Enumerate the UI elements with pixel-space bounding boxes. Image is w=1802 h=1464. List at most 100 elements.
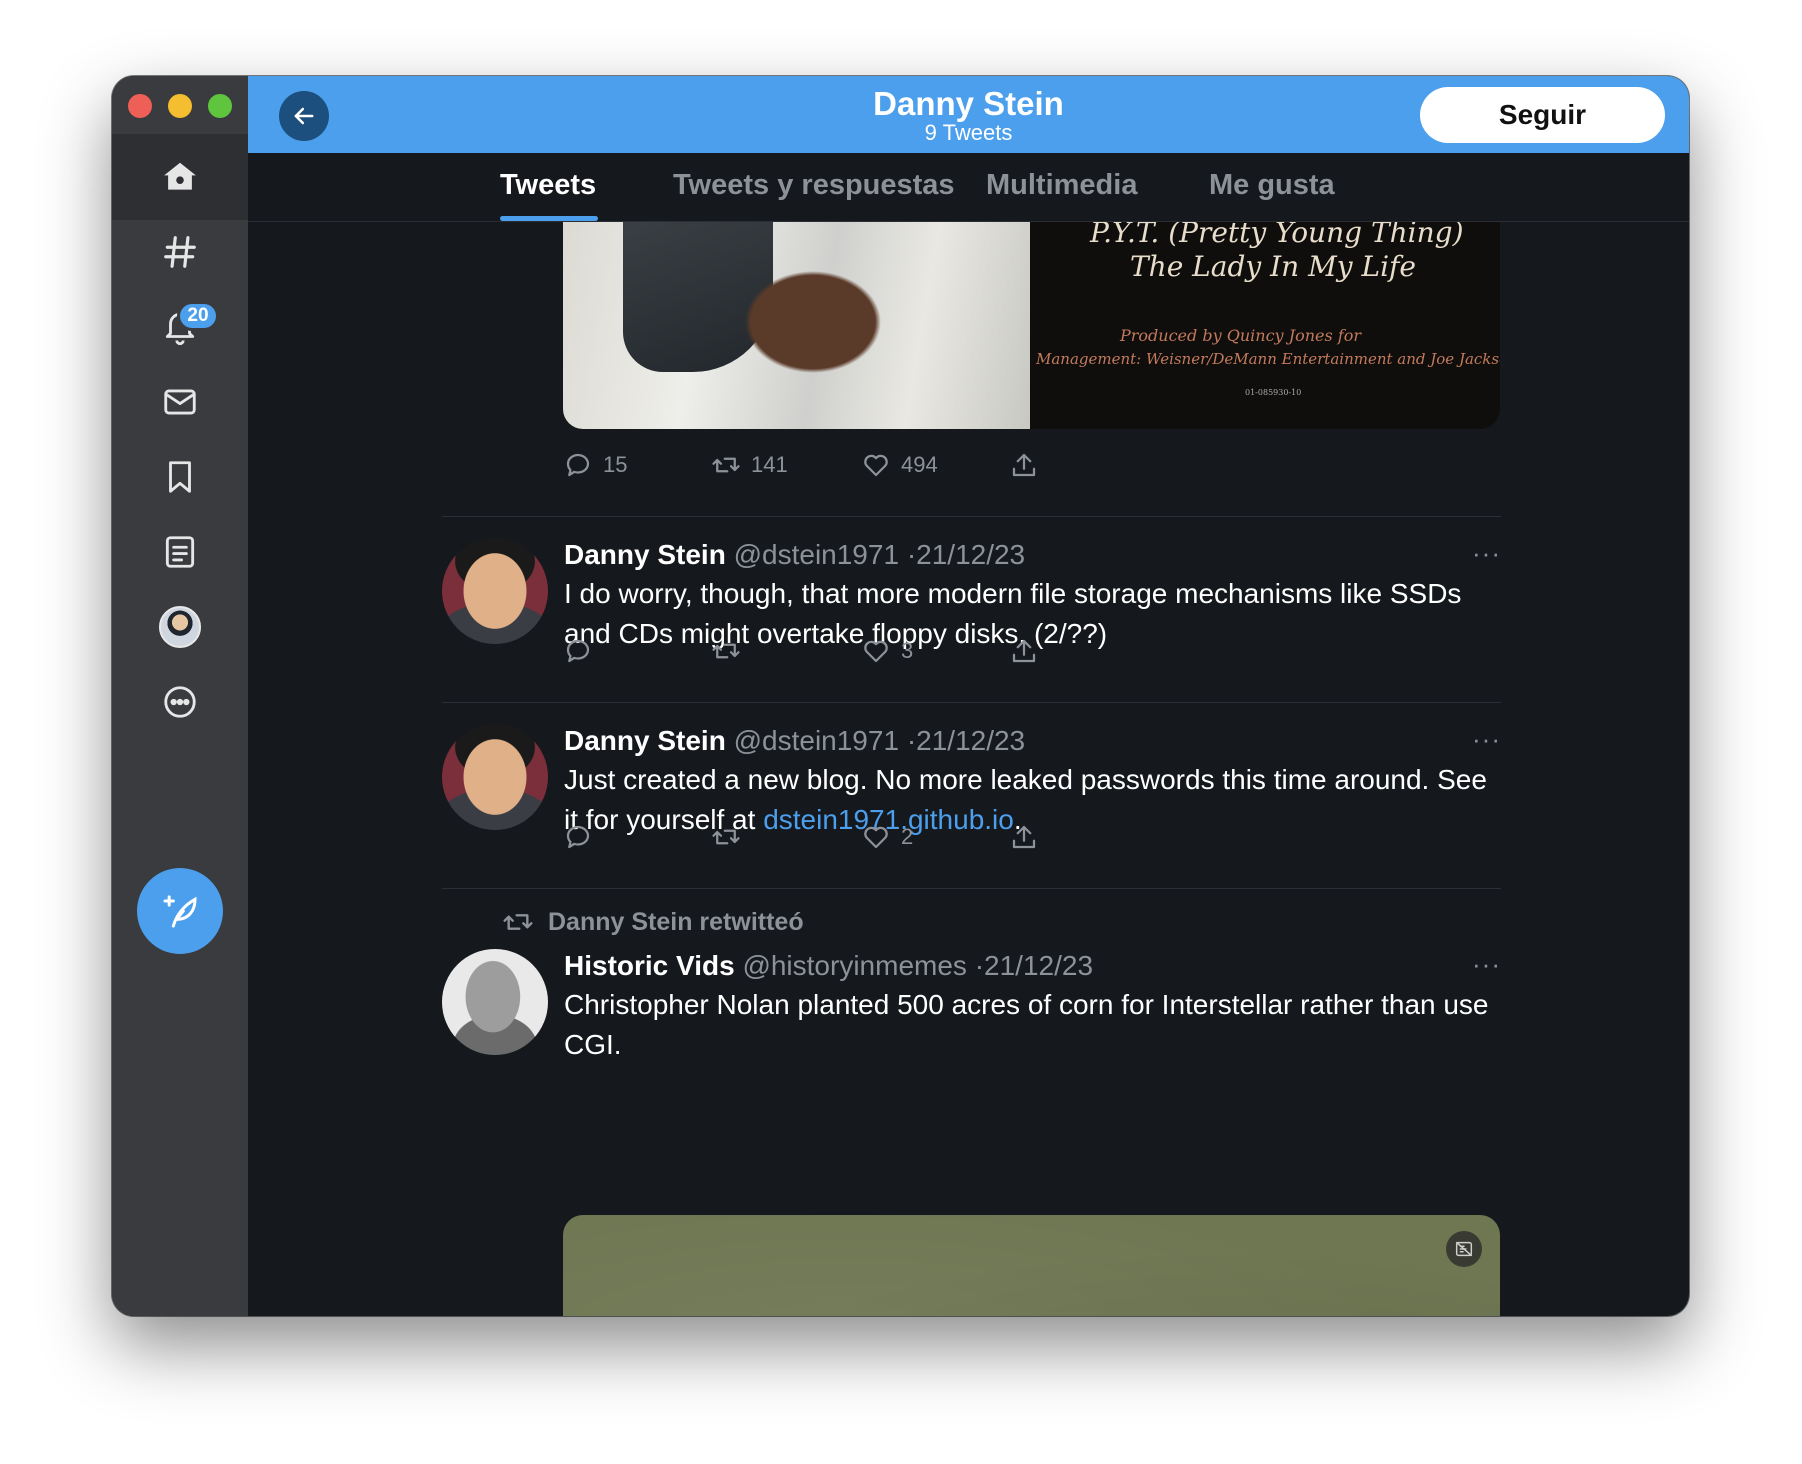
retweet-icon xyxy=(712,457,740,473)
sidebar-item-explore[interactable] xyxy=(112,209,248,295)
app-window: 20 Danny Stein 9 Tweets Seguir Tweets Tw… xyxy=(112,76,1689,1316)
reply-icon xyxy=(566,825,590,849)
timeline[interactable]: P.Y.T. (Pretty Young Thing) The Lady In … xyxy=(248,222,1689,1316)
retweet-icon xyxy=(712,643,740,659)
tweet-date[interactable]: 21/12/23 xyxy=(984,950,1093,981)
tweet-header: Historic Vids @historyinmemes ·21/12/23 xyxy=(564,949,1501,983)
sidebar-item-notifications[interactable]: 20 xyxy=(112,284,248,370)
like-button[interactable]: 2 xyxy=(861,817,913,857)
profile-header: Danny Stein 9 Tweets Seguir xyxy=(248,76,1689,153)
retweet-button[interactable]: 141 xyxy=(711,445,788,485)
sidebar-item-home[interactable] xyxy=(112,134,248,220)
album-text-line: The Lady In My Life xyxy=(1130,250,1416,283)
album-text-line: Management: Weisner/DeMann Entertainment… xyxy=(1036,350,1500,368)
share-button[interactable] xyxy=(1009,445,1039,485)
gif-toggle-button[interactable] xyxy=(1446,1231,1482,1267)
sidebar-item-messages[interactable] xyxy=(112,359,248,445)
album-text-line: 01-085930-10 xyxy=(1245,388,1302,397)
author-name[interactable]: Historic Vids xyxy=(564,950,735,981)
retweet-count: 141 xyxy=(751,452,788,477)
tweet-header: Danny Stein @dstein1971 ·21/12/23 xyxy=(564,724,1501,758)
author-avatar[interactable] xyxy=(442,724,548,830)
separator-dot: · xyxy=(906,539,917,570)
heart-icon xyxy=(864,826,888,849)
gif-icon xyxy=(1455,1241,1473,1257)
author-name[interactable]: Danny Stein xyxy=(564,725,726,756)
like-button[interactable]: 494 xyxy=(861,445,938,485)
reply-icon xyxy=(566,453,590,477)
active-tab-indicator xyxy=(500,216,598,221)
sidebar-item-bookmarks[interactable] xyxy=(112,434,248,520)
tweet-media-album[interactable]: P.Y.T. (Pretty Young Thing) The Lady In … xyxy=(563,222,1500,429)
tweet-divider xyxy=(442,516,1501,517)
follow-button[interactable]: Seguir xyxy=(1420,87,1665,143)
like-count: 3 xyxy=(901,638,914,663)
heart-icon xyxy=(864,640,888,663)
home-icon xyxy=(164,162,196,190)
sidebar-item-profile[interactable] xyxy=(112,584,248,670)
album-text-line: Produced by Quincy Jones for xyxy=(1120,326,1361,345)
share-button[interactable] xyxy=(1009,817,1039,857)
tweet-body: Historic Vids @historyinmemes ·21/12/23 … xyxy=(564,949,1501,1065)
tab-media[interactable]: Multimedia xyxy=(986,169,1137,202)
notifications-badge: 20 xyxy=(180,304,216,328)
separator-dot: · xyxy=(906,725,917,756)
tweet-divider xyxy=(442,888,1501,889)
retweet-button[interactable] xyxy=(711,631,751,671)
like-button[interactable]: 3 xyxy=(861,631,913,671)
share-icon xyxy=(1012,453,1036,477)
separator-dot: · xyxy=(974,950,985,981)
compose-tweet-button[interactable] xyxy=(137,868,223,954)
sidebar-item-lists[interactable] xyxy=(112,509,248,595)
tweet-date[interactable]: 21/12/23 xyxy=(916,539,1025,570)
tweet-more-button[interactable]: ··· xyxy=(1472,949,1501,980)
album-credits: P.Y.T. (Pretty Young Thing) The Lady In … xyxy=(1030,222,1500,429)
share-icon xyxy=(1012,825,1036,849)
retweet-context: Danny Stein retwitteó xyxy=(502,906,804,938)
tweet-date[interactable]: 21/12/23 xyxy=(916,725,1025,756)
retweet-icon xyxy=(712,829,740,845)
author-avatar[interactable] xyxy=(442,949,548,1055)
minimize-window-button[interactable] xyxy=(168,94,192,118)
tweet-text: Christopher Nolan planted 500 acres of c… xyxy=(564,989,1489,1060)
hashtag-icon xyxy=(164,236,196,268)
author-handle[interactable]: @historyinmemes xyxy=(742,950,966,981)
tab-tweets[interactable]: Tweets xyxy=(500,169,596,202)
reply-button[interactable] xyxy=(563,631,603,671)
tab-tweets-and-replies[interactable]: Tweets y respuestas xyxy=(673,169,955,202)
tab-likes[interactable]: Me gusta xyxy=(1209,169,1335,202)
sidebar: 20 xyxy=(112,76,248,1316)
retweeted-by[interactable]: Danny Stein retwitteó xyxy=(548,908,804,937)
author-name[interactable]: Danny Stein xyxy=(564,539,726,570)
like-count: 494 xyxy=(901,452,938,477)
share-icon xyxy=(1012,639,1036,663)
compose-icon xyxy=(163,895,197,928)
tweet-more-button[interactable]: ··· xyxy=(1472,724,1501,755)
profile-avatar xyxy=(159,606,201,648)
sidebar-item-more[interactable] xyxy=(112,659,248,745)
list-icon xyxy=(165,536,195,568)
profile-tabs: Tweets Tweets y respuestas Multimedia Me… xyxy=(248,153,1689,222)
zoom-window-button[interactable] xyxy=(208,94,232,118)
tweet-header: Danny Stein @dstein1971 ·21/12/23 xyxy=(564,538,1501,572)
share-button[interactable] xyxy=(1009,631,1039,671)
heart-icon xyxy=(864,454,888,477)
tweet-divider xyxy=(442,702,1501,703)
tweet-more-button[interactable]: ··· xyxy=(1472,538,1501,569)
author-avatar[interactable] xyxy=(442,538,548,644)
author-handle[interactable]: @dstein1971 xyxy=(734,725,899,756)
reply-count: 15 xyxy=(603,452,628,477)
close-window-button[interactable] xyxy=(128,94,152,118)
author-handle[interactable]: @dstein1971 xyxy=(734,539,899,570)
reply-button[interactable]: 15 xyxy=(563,445,627,485)
album-photo-detail xyxy=(733,262,893,382)
retweet-icon xyxy=(503,914,533,930)
album-text-line: P.Y.T. (Pretty Young Thing) xyxy=(1090,222,1464,249)
album-photo xyxy=(563,222,1030,429)
bookmark-icon xyxy=(169,461,191,493)
retweet-button[interactable] xyxy=(711,817,751,857)
tweet-media-gif[interactable] xyxy=(563,1215,1500,1316)
reply-icon xyxy=(566,639,590,663)
reply-button[interactable] xyxy=(563,817,603,857)
more-icon xyxy=(164,686,196,718)
